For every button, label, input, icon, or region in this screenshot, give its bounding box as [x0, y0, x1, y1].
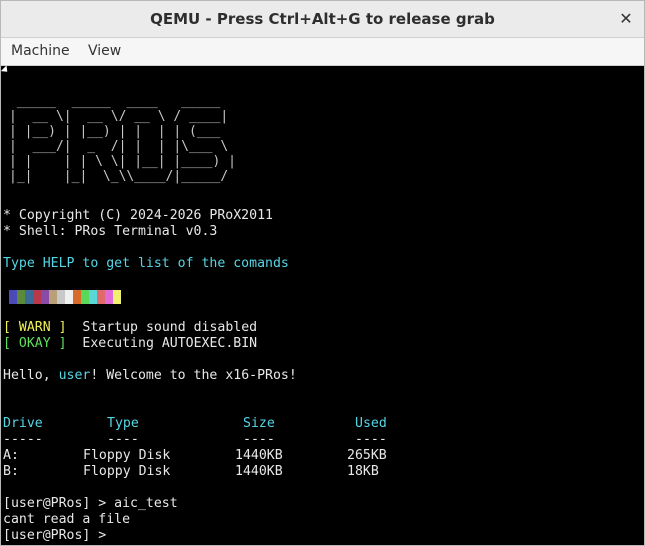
command-prompt-current[interactable]: [user@PRos] > — [3, 528, 106, 544]
title-bar[interactable]: QEMU - Press Ctrl+Alt+G to release grab … — [1, 1, 644, 38]
qemu-window: QEMU - Press Ctrl+Alt+G to release grab … — [0, 0, 645, 546]
separator-used: ---- — [355, 432, 387, 447]
separator-size: ---- — [243, 432, 275, 447]
palette-swatch — [97, 290, 105, 304]
header-type: Type — [107, 416, 139, 431]
header-size: Size — [243, 416, 275, 431]
palette-swatch — [17, 290, 25, 304]
warn-line: [ WARN ] Startup sound disabled — [3, 320, 257, 336]
header-used: Used — [355, 416, 387, 431]
table-cell: 18KB — [347, 464, 379, 479]
table-cell: 1440KB — [235, 464, 283, 479]
separator-type: ---- — [107, 432, 139, 447]
table-cell: 1440KB — [235, 448, 283, 463]
palette-swatch — [73, 290, 81, 304]
palette-swatch — [41, 290, 49, 304]
table-cell: 265KB — [347, 448, 387, 463]
command-prompt-1: [user@PRos] > aic_test — [3, 496, 178, 511]
table-cell: B: — [3, 464, 19, 479]
menu-machine[interactable]: Machine — [11, 38, 70, 65]
okay-tag: [ OKAY ] — [3, 336, 67, 351]
palette-swatch — [105, 290, 113, 304]
greeting-prefix: Hello, — [3, 368, 59, 383]
palette-swatch — [81, 290, 89, 304]
command-output-1: cant read a file — [3, 512, 131, 527]
table-cell: A: — [3, 448, 19, 463]
okay-message: Executing AUTOEXEC.BIN — [82, 336, 258, 351]
menu-view[interactable]: View — [88, 38, 121, 65]
window-title: QEMU - Press Ctrl+Alt+G to release grab — [150, 10, 495, 28]
pros-ascii-logo: _____ _____ ____ _____ | __ \| __ \/ __ … — [9, 94, 236, 184]
palette-swatch — [57, 290, 65, 304]
warn-tag: [ WARN ] — [3, 320, 67, 335]
greeting-suffix: ! Welcome to the x16-PRos! — [90, 368, 297, 383]
greeting-line: Hello, user! Welcome to the x16-PRos! — [3, 368, 297, 384]
emulator-screen[interactable]: _____ _____ ____ _____ | __ \| __ \/ __ … — [1, 66, 644, 545]
shell-line: * Shell: PRos Terminal v0.3 — [3, 224, 218, 239]
mouse-pointer-icon — [1, 66, 11, 75]
color-palette — [9, 290, 121, 304]
palette-swatch — [9, 290, 17, 304]
header-drive: Drive — [3, 416, 43, 431]
okay-line: [ OKAY ] Executing AUTOEXEC.BIN — [3, 336, 257, 352]
help-hint-line: Type HELP to get list of the comands — [3, 256, 289, 271]
palette-swatch — [113, 290, 121, 304]
palette-swatch — [89, 290, 97, 304]
table-cell: Floppy Disk — [83, 448, 171, 463]
palette-swatch — [25, 290, 33, 304]
separator-drive: ----- — [3, 432, 43, 447]
palette-swatch — [65, 290, 73, 304]
close-icon[interactable]: ✕ — [614, 7, 638, 31]
warn-message: Startup sound disabled — [82, 320, 258, 335]
palette-swatch — [49, 290, 57, 304]
greeting-user: user — [58, 368, 91, 383]
copyright-line: * Copyright (C) 2024-2026 PRoX2011 — [3, 208, 273, 223]
table-cell: Floppy Disk — [83, 464, 171, 479]
palette-swatch — [33, 290, 41, 304]
menu-bar: Machine View — [1, 38, 644, 66]
